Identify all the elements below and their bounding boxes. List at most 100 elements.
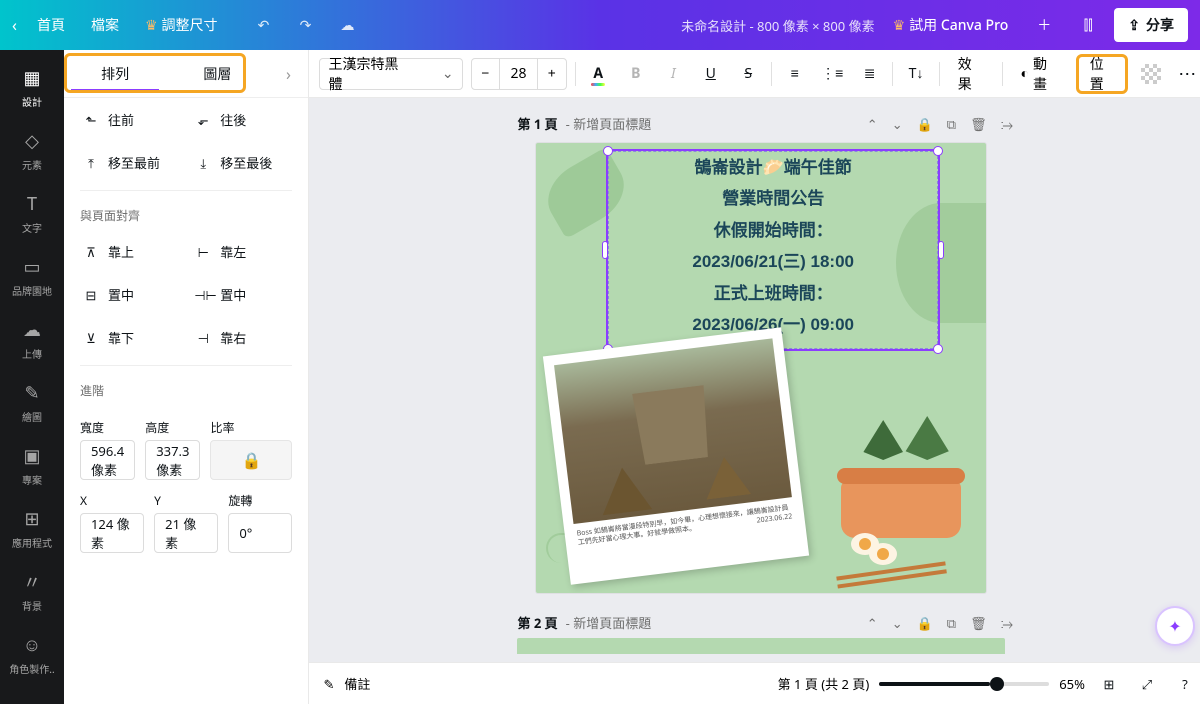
artboard-page-1[interactable]: 鵠崙設計🥟端午佳節 營業時間公告 休假開始時間： 2023/06/21(三) 1… [536,143,986,593]
align-top-button[interactable]: ⊼靠上 [74,234,186,269]
tab-layers[interactable]: 圖層 [166,50,268,97]
spacing-button[interactable]: ≣ [855,58,885,90]
position-panel: 排列 圖層 › ⬑往前 ⬐往後 ⤒移至最前 ⤓移至最後 與頁面對齊 ⊼靠上 ⊢靠… [64,50,309,704]
rail-upload[interactable]: ☁上傳 [0,312,64,367]
fullscreen-icon[interactable]: ⤢ [1133,670,1161,698]
insights-icon[interactable]: ⫿⫿ [1070,7,1106,43]
rail-apps[interactable]: ⊞應用程式 [0,501,64,556]
grid-view-icon[interactable]: ⊞ [1095,670,1123,698]
page-up-icon[interactable]: ⌃ [867,614,878,632]
tab-arrange[interactable]: 排列 [64,50,166,97]
notes-button[interactable]: 備註 [344,674,370,693]
align-center-icon: ⊣⊢ [194,286,212,304]
align-button[interactable]: ≡ [780,58,810,90]
panel-collapse-icon[interactable]: › [268,50,308,97]
font-select[interactable]: 王漢宗特黑體⌄ [319,58,462,90]
align-right-button[interactable]: ⊣靠右 [186,320,298,355]
page-title-input[interactable]: - 新增頁面標題 [566,613,652,632]
list-button[interactable]: ⋮≡ [817,58,847,90]
menu-resize[interactable]: ♛ 調整尺寸 [139,11,224,39]
duplicate-icon[interactable]: ⧉ [947,115,956,133]
width-input[interactable]: 596.4 像素 [80,440,135,480]
share-button[interactable]: ⇪ 分享 [1114,8,1188,42]
x-input[interactable]: 124 像素 [80,513,144,553]
document-title[interactable]: 未命名設計 - 800 像素 × 800 像素 [681,16,875,35]
page-down-icon[interactable]: ⌄ [892,115,903,133]
align-bottom-button[interactable]: ⊻靠下 [74,320,186,355]
resize-handle[interactable] [933,344,943,354]
zoom-value[interactable]: 65% [1059,675,1085,693]
rail-background[interactable]: 〃背景 [0,564,64,619]
add-page-icon[interactable]: ⧴ [1001,115,1013,133]
size-plus-button[interactable]: + [538,59,566,89]
page-indicator[interactable]: 第 1 頁 (共 2 頁) [778,674,870,693]
send-to-back-button[interactable]: ⤓移至最後 [186,145,298,180]
page-title-input[interactable]: - 新增頁面標題 [566,114,652,133]
position-button[interactable]: 位置 [1080,58,1124,90]
chopsticks-illustration[interactable] [836,561,945,580]
rail-elements[interactable]: ◇元素 [0,123,64,178]
rail-brand[interactable]: ▭品牌園地 [0,249,64,304]
try-pro-button[interactable]: ♛ 試用 Canva Pro [893,15,1009,35]
menu-file[interactable]: 檔案 [85,11,125,39]
page-down-icon[interactable]: ⌄ [892,614,903,632]
animate-button[interactable]: ◐動畫 [1010,58,1067,90]
menu-home[interactable]: 首頁 [31,11,71,39]
bring-forward-button[interactable]: ⬑往前 [74,102,186,137]
steamer-illustration[interactable] [831,438,971,538]
chevron-down-icon: ⌄ [442,64,454,83]
back-icon[interactable]: ‹ [12,14,17,36]
bold-button[interactable]: B [621,58,651,90]
rail-character[interactable]: ☺角色製作.. [0,627,64,682]
strike-button[interactable]: S [733,58,763,90]
lock-icon[interactable]: 🔒 [917,115,933,133]
align-middle-button[interactable]: ⊟置中 [74,277,186,312]
underline-button[interactable]: U [696,58,726,90]
send-backward-button[interactable]: ⬐往後 [186,102,298,137]
ratio-lock-button[interactable]: 🔒 [210,440,292,480]
align-left-button[interactable]: ⊢靠左 [186,234,298,269]
polaroid-photo[interactable]: Boss 如鵠崙將當漫段特別早，如今畢，心理想懷接來，讓鵠崙設計員工們先好當心理… [543,327,809,585]
resize-handle[interactable] [602,241,608,259]
add-page-icon[interactable]: ⧴ [1001,614,1013,632]
delete-icon[interactable]: 🗑 [970,115,987,133]
resize-handle[interactable] [603,146,613,156]
to-front-icon: ⤒ [82,154,100,172]
align-middle-icon: ⊟ [82,286,100,304]
vertical-text-button[interactable]: T↓ [901,58,931,90]
align-center-button[interactable]: ⊣⊢置中 [186,277,298,312]
rail-text[interactable]: T文字 [0,186,64,241]
redo-icon[interactable]: ↷ [290,9,322,41]
height-input[interactable]: 337.3 像素 [145,440,200,480]
advanced-header: 進階 [64,372,308,405]
text-color-button[interactable]: A [583,58,613,90]
italic-button[interactable]: I [658,58,688,90]
effects-button[interactable]: 效果 [948,58,994,90]
rail-draw[interactable]: ✎繪圖 [0,375,64,430]
rotate-input[interactable]: 0° [228,513,292,553]
magic-button[interactable]: ✦ [1155,606,1195,646]
resize-handle[interactable] [933,146,943,156]
rail-projects[interactable]: ▣專案 [0,438,64,493]
more-button[interactable]: ⋯ [1174,58,1200,90]
artboard-page-2[interactable] [517,638,1004,654]
zoom-slider[interactable] [879,682,1049,686]
resize-handle[interactable] [938,241,944,259]
delete-icon[interactable]: 🗑 [970,614,987,632]
transparency-button[interactable] [1136,58,1166,90]
size-minus-button[interactable]: − [472,59,500,89]
top-menubar: ‹ 首頁 檔案 ♛ 調整尺寸 ↶ ↷ ☁ 未命名設計 - 800 像素 × 80… [0,0,1200,50]
lock-icon[interactable]: 🔒 [917,614,933,632]
size-input[interactable]: 28 [499,59,538,89]
duplicate-icon[interactable]: ⧉ [947,614,956,632]
rail-design[interactable]: ▦設計 [0,60,64,115]
cloud-sync-icon[interactable]: ☁ [332,9,364,41]
bring-to-front-button[interactable]: ⤒移至最前 [74,145,186,180]
help-icon[interactable]: ? [1171,670,1199,698]
align-top-icon: ⊼ [82,243,100,261]
page-up-icon[interactable]: ⌃ [867,115,878,133]
undo-icon[interactable]: ↶ [248,9,280,41]
to-back-icon: ⤓ [194,154,212,172]
add-icon[interactable]: ＋ [1026,7,1062,43]
y-input[interactable]: 21 像素 [154,513,218,553]
